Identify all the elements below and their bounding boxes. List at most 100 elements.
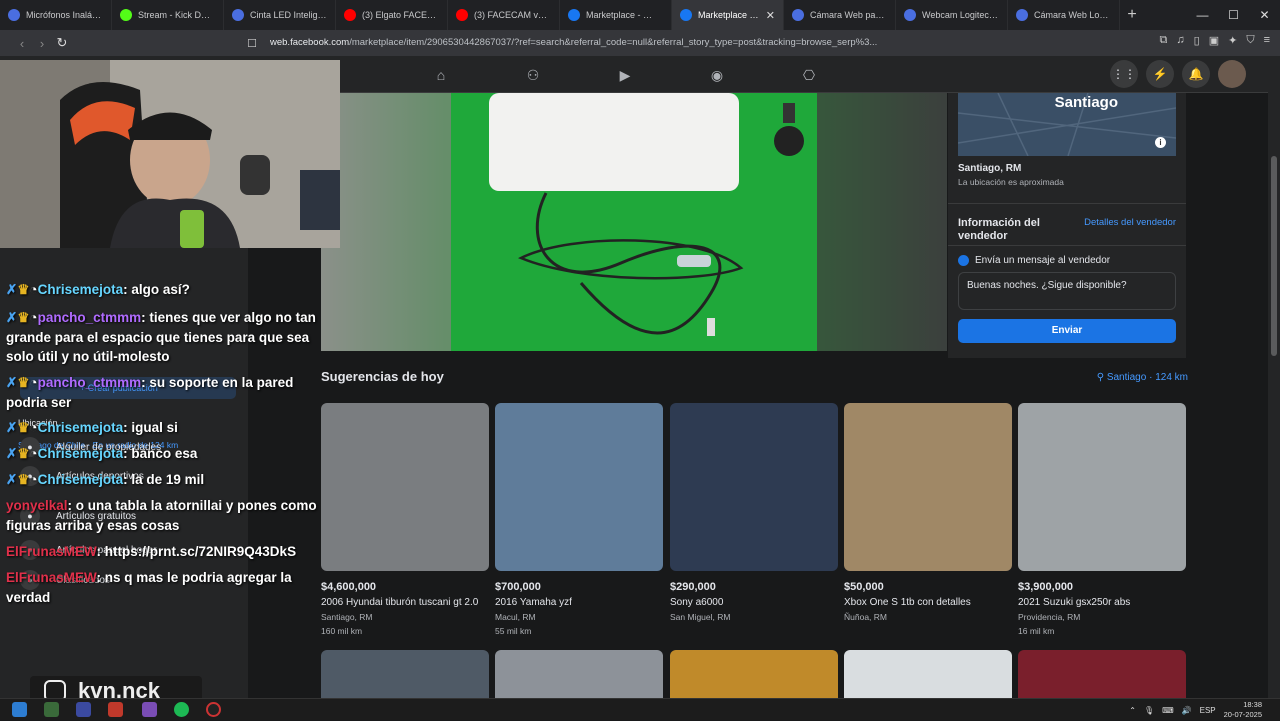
bookmark-icon[interactable]: ☐ [242,37,262,50]
start-icon[interactable] [12,702,27,717]
listing-card-image[interactable] [1018,650,1186,698]
listing-card-image[interactable] [321,650,489,698]
listing-content: Santiago i Santiago, RM La ubicación es … [248,93,1268,698]
network-icon[interactable]: ⌨ [1162,706,1174,715]
chat-username: ElFrunasMEW [6,570,97,585]
reload-icon[interactable]: ↻ [52,35,72,51]
messenger-icon[interactable]: ⚡ [1146,60,1174,88]
chat-username: Chrisemejota [37,472,124,487]
close-tab-icon[interactable]: ✕ [766,9,775,22]
listing-card-image[interactable] [321,403,489,571]
listing-card[interactable]: $50,000 Xbox One S 1tb con detalles Ñuñoa,… [844,403,1012,622]
browser-tab[interactable]: Marketplace - 🔥 ✕ [672,0,784,30]
emote-icon: ◔ [29,310,38,325]
url-input[interactable]: web.facebook.com/marketplace/item/290653… [270,34,990,52]
message-input[interactable]: Buenas noches. ¿Sigue disponible? [958,272,1176,310]
listing-title: Xbox One S 1tb con detalles [844,597,971,608]
new-tab-button[interactable]: + [1120,6,1144,24]
music-icon[interactable]: ♫ [1176,34,1184,47]
puzzle-icon[interactable]: ⧉ [1160,34,1168,47]
listing-card[interactable]: $4,600,000 2006 Hyundai tiburón tuscani g… [321,403,489,636]
emote-icon: ◔ [29,420,38,435]
tab-title: Cámara Web para Stre [810,10,887,20]
webcam-overlay [0,60,340,248]
wallet-icon[interactable]: ▣ [1209,34,1219,47]
app-icon[interactable] [108,702,123,717]
browser-tab[interactable]: Cámara Web Logitech [1008,0,1120,30]
verified-icon: ✗ [6,472,18,487]
taskbar: ⌃ 🎙 ⌨ 🔊 ESP 18:38 20-07-2025 [0,698,1280,720]
language-indicator[interactable]: ESP [1200,706,1216,715]
app-icon[interactable] [142,702,157,717]
menu-grid-icon[interactable]: ⋮⋮ [1110,60,1138,88]
favicon-icon [1016,9,1028,21]
clock[interactable]: 18:38 20-07-2025 [1224,700,1262,720]
listing-card-image[interactable] [1018,403,1186,571]
system-tray: ⌃ 🎙 ⌨ 🔊 ESP 18:38 20-07-2025 [1129,699,1262,721]
listing-image[interactable] [321,93,947,351]
chevron-up-icon[interactable]: ⌃ [1129,706,1136,715]
browser-tab[interactable]: Cámara Web para Stre [784,0,896,30]
browser-tab[interactable]: Cinta LED Inteligente [224,0,336,30]
avatar[interactable] [1218,60,1246,88]
location-map[interactable]: Santiago i [958,93,1176,156]
minimize-icon[interactable]: — [1187,0,1218,30]
crown-icon: ♛ [17,420,30,435]
browser-tab[interactable]: (3) Elgato FACECAM [336,0,448,30]
back-icon[interactable]: ‹ [12,36,32,51]
listing-card-image[interactable] [844,650,1012,698]
obs-icon[interactable] [206,702,221,717]
mic-icon[interactable]: 🎙 [1144,706,1154,715]
chat-message: ElFrunasMEW: ns q mas le podria agregar … [6,568,322,607]
listing-card-image[interactable] [495,650,663,698]
message-heading-text: Envía un mensaje al vendedor [975,255,1111,266]
browser-tab[interactable]: Stream - Kick Dashbo [112,0,224,30]
scrollbar[interactable] [1268,56,1280,698]
favicon-icon [8,9,20,21]
menu-icon[interactable]: ≡ [1264,34,1270,47]
chat-message: yonyelkal: o una tabla la atornillai y p… [6,496,322,535]
listing-price: $290,000 [670,581,716,593]
suggestions-location[interactable]: ⚲ Santiago · 124 km [1097,372,1188,383]
spotify-icon[interactable] [174,702,189,717]
suggestions-title: Sugerencias de hoy [321,369,444,384]
listing-card-image[interactable] [495,403,663,571]
tab-title: Marketplace - 🔥 [698,9,760,20]
chat-username: yonyelkal [6,498,68,513]
listing-card-image[interactable] [844,403,1012,571]
listing-card[interactable]: $700,000 2016 Yamaha yzf Macul, RM 55 mil k… [495,403,663,636]
forward-icon[interactable]: › [32,36,52,51]
listing-card-image[interactable] [670,403,838,571]
listing-place: San Miguel, RM [670,612,731,622]
marketplace-icon[interactable]: ◉ [706,64,728,86]
listing-location: Santiago, RM [958,163,1022,174]
gaming-icon[interactable]: ⎔ [798,64,820,86]
browser-tab[interactable]: Micrófonos Inalámbric [0,0,112,30]
send-button[interactable]: Enviar [958,319,1176,343]
sidebar-icon[interactable]: ▯ [1194,34,1200,47]
close-icon[interactable]: ✕ [1249,0,1280,30]
video-icon[interactable]: ▶ [614,64,636,86]
listing-card[interactable]: $3,900,000 2021 Suzuki gsx250r abs Provide… [1018,403,1186,636]
info-icon[interactable]: i [1155,137,1166,148]
browser-tab[interactable]: (3) FACECAM vs STRE [448,0,560,30]
home-icon[interactable]: ⌂ [430,64,452,86]
shield-icon[interactable]: ⛉ [1246,34,1254,47]
browser-tab[interactable]: Marketplace - 🎃 par [560,0,672,30]
volume-icon[interactable]: 🔊 [1182,706,1192,715]
seller-details-link[interactable]: Detalles del vendedor [1084,217,1176,228]
notifications-icon[interactable]: 🔔 [1182,60,1210,88]
webcam-feed [0,60,340,248]
listing-card-image[interactable] [670,650,838,698]
emote-icon: ◔ [29,282,38,297]
favicon-icon [680,9,692,21]
app-icon[interactable] [44,702,59,717]
verified-icon: ✗ [6,282,18,297]
scroll-thumb[interactable] [1271,156,1277,356]
friends-icon[interactable]: ⚇ [522,64,544,86]
sparkle-icon[interactable]: ✦ [1228,34,1237,47]
app-icon[interactable] [76,702,91,717]
browser-tab[interactable]: Webcam Logitech, 10 [896,0,1008,30]
maximize-icon[interactable]: ☐ [1218,0,1249,30]
listing-card[interactable]: $290,000 Sony a6000 San Miguel, RM [670,403,838,622]
